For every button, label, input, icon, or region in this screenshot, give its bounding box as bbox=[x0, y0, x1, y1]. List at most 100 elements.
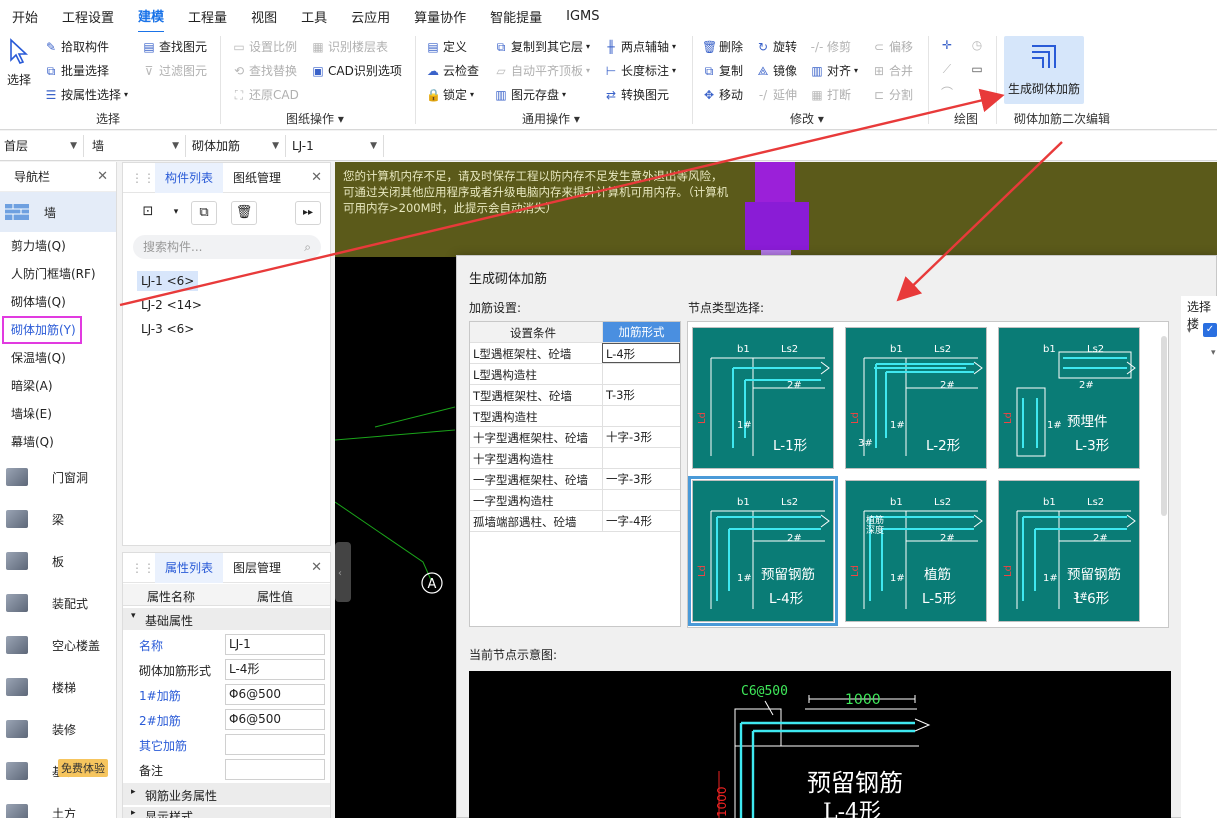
menu-1[interactable]: 工程设置 bbox=[62, 1, 114, 32]
tab-drawing-management[interactable]: 图纸管理 bbox=[223, 163, 291, 193]
nav-category[interactable]: 梁 bbox=[0, 498, 116, 540]
select-by-attribute-button[interactable]: ☰ 按属性选择 ▾ bbox=[44, 86, 128, 103]
draw-rectangle-button[interactable]: ▭ bbox=[970, 62, 984, 76]
nav-wall-item[interactable]: 砌体墙(Q) bbox=[0, 288, 116, 316]
node-type-option[interactable]: b1 Ls2 2# 1# Ld 预埋件 L-3形 bbox=[998, 327, 1140, 469]
copy-button[interactable]: ⧉ 复制 bbox=[702, 62, 743, 79]
filter-element-button[interactable]: ⊽ 过滤图元 bbox=[142, 62, 207, 79]
batch-select-button[interactable]: ⧉ 批量选择 bbox=[44, 62, 109, 79]
chevron-down-icon[interactable]: ▾ bbox=[1211, 348, 1216, 358]
drag-handle-icon[interactable]: ⋮⋮ bbox=[131, 171, 155, 185]
convert-element-button[interactable]: ⇄ 转换图元 bbox=[604, 86, 669, 103]
component-item[interactable]: LJ-2 <14> bbox=[137, 295, 206, 315]
table-row[interactable]: L型遇构造柱 bbox=[470, 364, 680, 385]
rebar-form-cell[interactable]: T-3形 bbox=[602, 385, 680, 405]
new-component-icon[interactable]: ⊡ bbox=[135, 201, 161, 225]
align-button[interactable]: ▥ 对齐 ▾ bbox=[810, 62, 858, 79]
rotate-button[interactable]: ↻ 旋转 bbox=[756, 38, 797, 55]
section-display[interactable]: ▸ 显示样式 bbox=[123, 807, 330, 818]
floor-checkbox[interactable]: ✓ bbox=[1203, 323, 1217, 337]
draw-point-button[interactable]: ✛ bbox=[940, 38, 954, 52]
property-value-input[interactable]: Φ6@500 bbox=[225, 709, 325, 730]
component-selector[interactable]: LJ-1 ▼ bbox=[288, 135, 384, 157]
table-row[interactable]: T型遇构造柱 bbox=[470, 406, 680, 427]
delete-component-icon[interactable]: 🗑 bbox=[231, 201, 257, 225]
table-row[interactable]: 一字型遇构造柱 bbox=[470, 490, 680, 511]
cloud-check-button[interactable]: ☁ 云检查 bbox=[426, 62, 479, 79]
node-type-option[interactable]: b1 Ls2 2# 1# Ld L-1形 bbox=[692, 327, 834, 469]
drag-handle-icon[interactable]: ⋮⋮ bbox=[131, 561, 155, 575]
table-row[interactable]: T型遇框架柱、砼墙 T-3形 bbox=[470, 385, 680, 406]
auto-flat-button[interactable]: ▱ 自动平齐顶板 ▾ bbox=[494, 62, 590, 79]
copy-component-icon[interactable]: ⧉ bbox=[191, 201, 217, 225]
nav-wall-item[interactable]: 幕墙(Q) bbox=[0, 428, 116, 456]
table-row[interactable]: 十字型遇框架柱、砼墙 十字-3形 bbox=[470, 427, 680, 448]
nav-category[interactable]: 空心楼盖 bbox=[0, 624, 116, 666]
section-basic[interactable]: ▾ 基础属性 bbox=[123, 608, 330, 630]
trial-badge[interactable]: 免费体验 bbox=[58, 759, 108, 777]
node-type-option[interactable]: b1 Ls2 2# 1# Ld 3# 预留钢筋 L-6形 bbox=[998, 480, 1140, 622]
component-search-input[interactable]: 搜索构件... ⌕ bbox=[133, 235, 321, 259]
property-value-input[interactable]: LJ-1 bbox=[225, 634, 325, 655]
close-icon[interactable]: ✕ bbox=[311, 560, 322, 575]
find-element-button[interactable]: ▤ 查找图元 bbox=[142, 38, 207, 55]
draw-line-button[interactable]: ⟋ bbox=[940, 62, 954, 76]
draw-arc-button[interactable]: ⌒ bbox=[940, 86, 954, 100]
cad-options-button[interactable]: ▣ CAD识别选项 bbox=[311, 62, 402, 79]
component-item[interactable]: LJ-1 <6> bbox=[137, 271, 199, 291]
save-element-button[interactable]: ▥ 图元存盘 ▾ bbox=[494, 86, 566, 103]
table-row[interactable]: 孤墙端部遇柱、砼墙 一字-4形 bbox=[470, 511, 680, 532]
move-button[interactable]: ✥ 移动 bbox=[702, 86, 743, 103]
tab-component-list[interactable]: 构件列表 bbox=[155, 162, 224, 193]
length-mark-button[interactable]: ⊢ 长度标注 ▾ bbox=[604, 62, 676, 79]
menu-5[interactable]: 工具 bbox=[301, 1, 327, 32]
node-type-option[interactable]: b1 Ls2 2# 1# Ld 植筋 深度 植筋 L-5形 bbox=[845, 480, 987, 622]
component-item[interactable]: LJ-3 <6> bbox=[137, 319, 198, 339]
nav-category[interactable]: 装配式 bbox=[0, 582, 116, 624]
menu-9[interactable]: IGMS bbox=[566, 3, 599, 30]
rebar-form-cell[interactable] bbox=[602, 406, 680, 426]
menu-2[interactable]: 建模 bbox=[138, 0, 165, 33]
close-icon[interactable]: ✕ bbox=[97, 169, 108, 184]
define-button[interactable]: ▤ 定义 bbox=[426, 38, 467, 55]
menu-7[interactable]: 算量协作 bbox=[414, 1, 466, 32]
generate-masonry-rebar-button[interactable]: 生成砌体加筋 bbox=[1004, 36, 1084, 104]
pick-component-button[interactable]: ✎ 拾取构件 bbox=[44, 38, 109, 55]
rebar-form-cell[interactable] bbox=[602, 448, 680, 468]
menu-8[interactable]: 智能提量 bbox=[490, 1, 542, 32]
property-value-input[interactable]: Φ6@500 bbox=[225, 684, 325, 705]
property-value-input[interactable] bbox=[225, 734, 325, 755]
type-selector[interactable]: 砌体加筋 ▼ bbox=[188, 135, 286, 157]
rebar-form-cell[interactable]: 十字-3形 bbox=[602, 427, 680, 447]
split-button[interactable]: ⊏ 分割 bbox=[872, 86, 913, 103]
nav-category-wall[interactable]: 墙 bbox=[0, 192, 116, 232]
restore-cad-button[interactable]: ⛶ 还原CAD bbox=[232, 86, 299, 103]
nav-wall-item[interactable]: 人防门框墙(RF) bbox=[0, 260, 116, 288]
trim-button[interactable]: -/- 修剪 bbox=[810, 38, 851, 55]
rebar-form-cell[interactable] bbox=[602, 490, 680, 510]
two-point-axis-button[interactable]: ╫ 两点辅轴 ▾ bbox=[604, 38, 676, 55]
property-value-input[interactable] bbox=[225, 759, 325, 780]
rebar-form-cell[interactable] bbox=[602, 364, 680, 384]
expand-icon[interactable]: ▸▸ bbox=[295, 201, 321, 225]
chevron-down-icon[interactable]: ▾ bbox=[163, 201, 189, 225]
nav-wall-item[interactable]: 保温墙(Q) bbox=[0, 344, 116, 372]
offset-button[interactable]: ⊂ 偏移 bbox=[872, 38, 913, 55]
nav-category[interactable]: 土方 bbox=[0, 792, 116, 818]
chevron-down-icon[interactable]: ▾ bbox=[1187, 326, 1192, 336]
section-rebar[interactable]: ▸ 钢筋业务属性 bbox=[123, 783, 330, 805]
table-row[interactable]: L型遇框架柱、砼墙 L-4形 bbox=[470, 343, 680, 364]
close-icon[interactable]: ✕ bbox=[311, 170, 322, 185]
nav-wall-item[interactable]: 砌体加筋(Y) bbox=[2, 316, 82, 344]
grid-scrollbar[interactable] bbox=[1161, 336, 1167, 516]
category-selector[interactable]: 墙 ▼ bbox=[88, 135, 186, 157]
set-scale-button[interactable]: ▭ 设置比例 bbox=[232, 38, 297, 55]
tab-property-list[interactable]: 属性列表 bbox=[155, 552, 224, 583]
copy-to-floor-button[interactable]: ⧉ 复制到其它层 ▾ bbox=[494, 38, 590, 55]
lock-button[interactable]: 🔒 锁定 ▾ bbox=[426, 86, 474, 103]
select-button[interactable]: 选择 bbox=[4, 38, 34, 88]
menu-0[interactable]: 开始 bbox=[12, 1, 38, 32]
node-type-option[interactable]: b1 Ls2 2# 1# Ld 预留钢筋 L-4形 bbox=[688, 476, 838, 626]
delete-button[interactable]: 🗑 删除 bbox=[702, 38, 743, 55]
tab-layer-management[interactable]: 图层管理 bbox=[223, 553, 291, 583]
